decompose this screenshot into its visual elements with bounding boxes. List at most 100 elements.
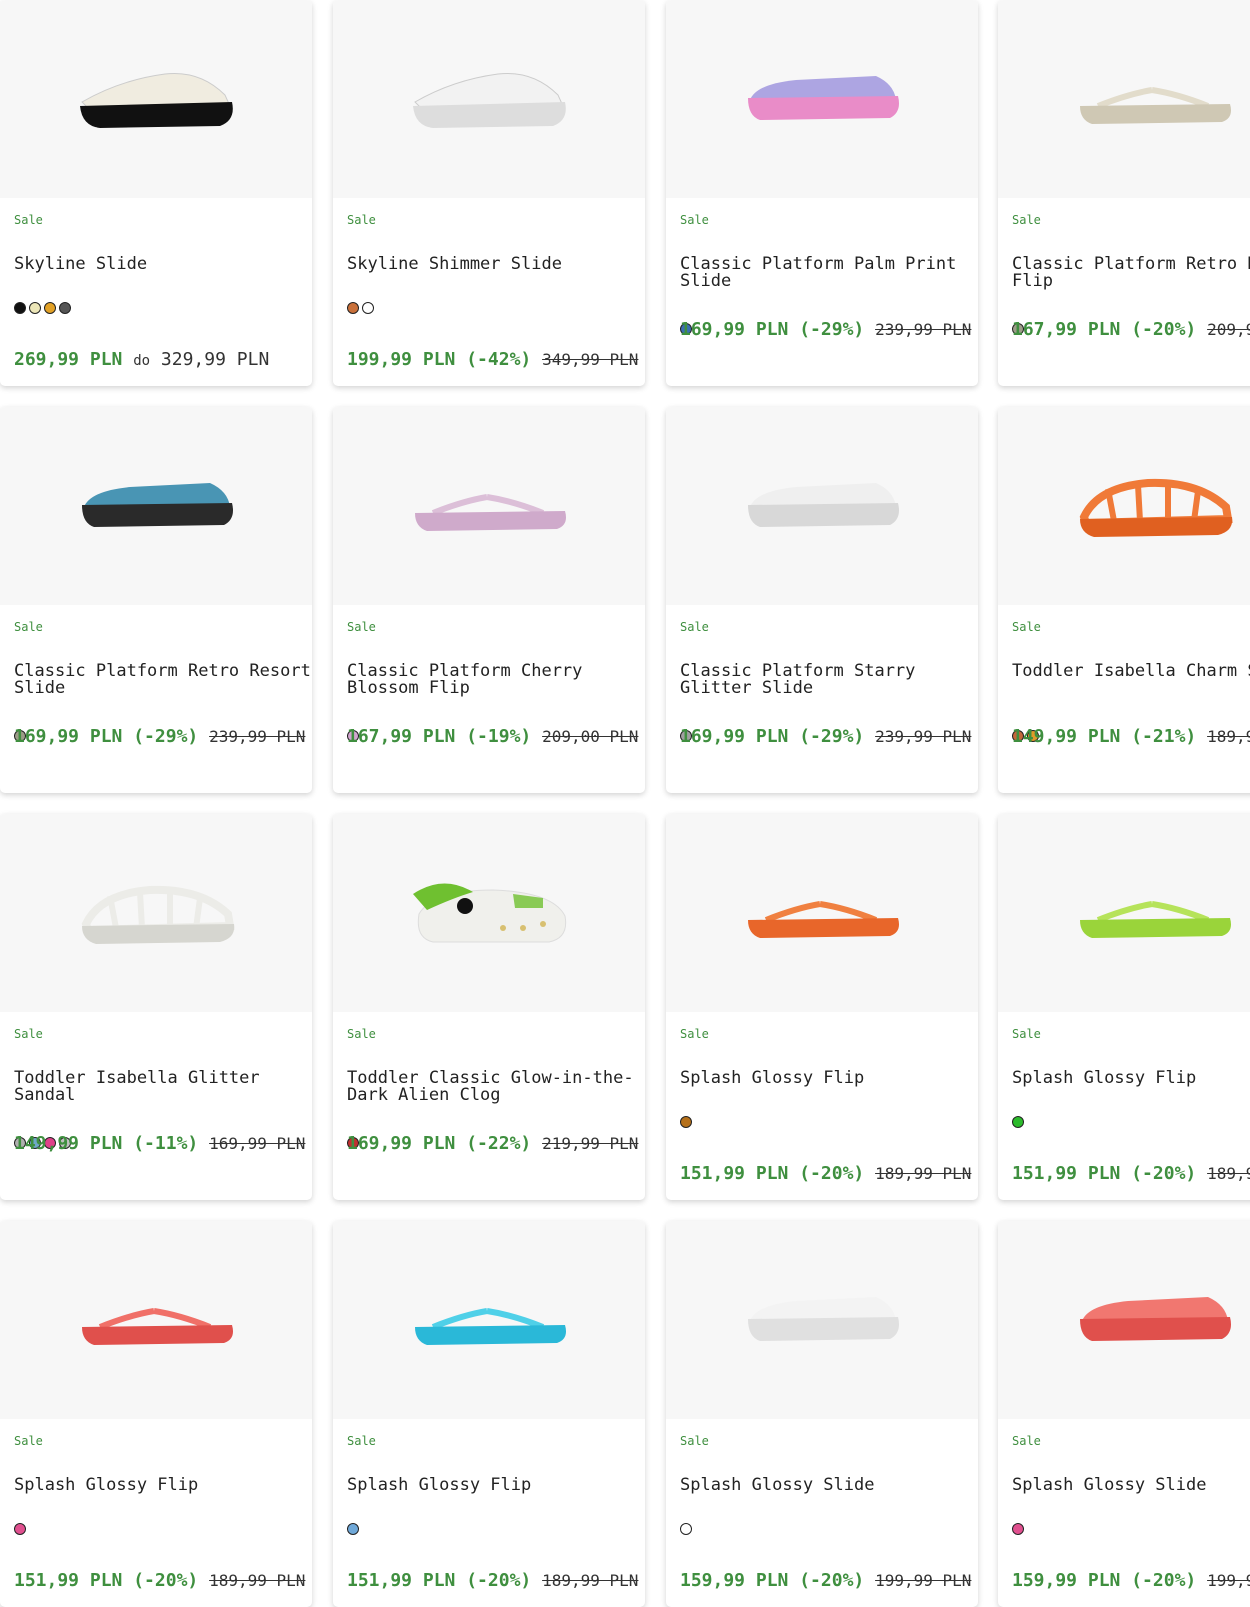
product-image[interactable] — [0, 814, 312, 1012]
product-card[interactable]: Sale Splash Glossy Slide 159,99 PLN (-20%)… — [666, 1221, 978, 1607]
product-name[interactable]: Splash Glossy Flip — [680, 1070, 978, 1087]
sale-price: 169,99 PLN — [347, 1133, 456, 1154]
product-card[interactable]: Sale Splash Glossy Flip 151,99 PLN (-20%) … — [998, 814, 1250, 1200]
original-price: 189,99 PLN — [1207, 1164, 1250, 1183]
product-card[interactable]: Sale Classic Platform Retro Resort Slide 1… — [0, 407, 312, 793]
flip-shoe-image[interactable] — [393, 447, 585, 565]
product-name[interactable]: Classic Platform Retro Resort Slide — [14, 663, 312, 697]
color-swatch[interactable] — [1012, 1523, 1024, 1535]
slide-shoe-image[interactable] — [60, 447, 252, 565]
product-card[interactable]: Sale Skyline Slide 269,99 PLN do 329,99 PL… — [0, 0, 312, 386]
color-swatches — [1012, 1116, 1024, 1128]
product-name[interactable]: Splash Glossy Slide — [1012, 1477, 1250, 1494]
sandal-shoe-image[interactable] — [1058, 447, 1250, 565]
product-name[interactable]: Splash Glossy Slide — [680, 1477, 978, 1494]
color-swatch[interactable] — [680, 1523, 692, 1535]
product-image[interactable] — [666, 407, 978, 605]
product-image[interactable] — [333, 407, 645, 605]
color-swatch[interactable] — [14, 1523, 26, 1535]
product-name[interactable]: Splash Glossy Flip — [1012, 1070, 1250, 1087]
sale-price: 169,99 PLN — [14, 726, 123, 747]
slide-shoe-image[interactable] — [1058, 1261, 1250, 1379]
product-image[interactable] — [333, 1221, 645, 1419]
sale-price: 151,99 PLN — [347, 1570, 456, 1591]
product-image[interactable] — [998, 814, 1250, 1012]
original-price: 189,99 PLN — [875, 1164, 972, 1183]
product-name[interactable]: Splash Glossy Flip — [14, 1477, 312, 1494]
product-name[interactable]: Toddler Isabella Charm Sandal — [1012, 663, 1250, 680]
original-price: 189,99 PLN — [542, 1571, 639, 1590]
product-card[interactable]: Sale Toddler Isabella Charm Sandal 149,99 … — [998, 407, 1250, 793]
product-image[interactable] — [0, 0, 312, 198]
clog-shoe-image[interactable] — [393, 854, 585, 972]
color-swatch[interactable] — [347, 1523, 359, 1535]
discount-percent: (-20%) — [133, 1570, 199, 1591]
product-image[interactable] — [666, 1221, 978, 1419]
product-card[interactable]: Sale Splash Glossy Slide 159,99 PLN (-20%)… — [998, 1221, 1250, 1607]
product-card[interactable]: Sale Splash Glossy Flip 151,99 PLN (-20%) … — [0, 1221, 312, 1607]
color-swatch[interactable] — [680, 1116, 692, 1128]
platform-slide-shoe-image[interactable] — [393, 40, 585, 158]
flip-shoe-image[interactable] — [1058, 40, 1250, 158]
product-image[interactable] — [0, 407, 312, 605]
slide-shoe-image[interactable] — [726, 1261, 918, 1379]
sale-price: 169,99 PLN — [680, 319, 789, 340]
product-name[interactable]: Classic Platform Palm Print Slide — [680, 256, 978, 290]
flip-shoe-image[interactable] — [60, 1261, 252, 1379]
product-card[interactable]: Sale Toddler Classic Glow-in-the-Dark Ali… — [333, 814, 645, 1200]
discount-percent: (-20%) — [466, 1570, 532, 1591]
color-swatches — [680, 1116, 692, 1128]
product-card[interactable]: Sale Classic Platform Palm Print Slide 169… — [666, 0, 978, 386]
product-name[interactable]: Skyline Slide — [14, 256, 312, 273]
price-block: 159,99 PLN (-20%) 199,99 PLN — [680, 1566, 978, 1596]
original-price: 189,99 PLN — [209, 1571, 306, 1590]
product-image[interactable] — [998, 0, 1250, 198]
product-name[interactable]: Classic Platform Cherry Blossom Flip — [347, 663, 645, 697]
product-card[interactable]: Sale Classic Platform Cherry Blossom Flip… — [333, 407, 645, 793]
color-swatches — [680, 1523, 692, 1535]
color-swatches — [14, 302, 71, 314]
product-name[interactable]: Classic Platform Retro Resort Flip — [1012, 256, 1250, 290]
original-price: 239,99 PLN — [875, 727, 972, 746]
color-swatch[interactable] — [29, 302, 41, 314]
product-card[interactable]: Sale Classic Platform Starry Glitter Slid… — [666, 407, 978, 793]
color-swatch[interactable] — [59, 302, 71, 314]
product-card[interactable]: Sale Classic Platform Retro Resort Flip 16… — [998, 0, 1250, 386]
product-name[interactable]: Skyline Shimmer Slide — [347, 256, 645, 273]
product-card[interactable]: Sale Splash Glossy Flip 151,99 PLN (-20%) … — [333, 1221, 645, 1607]
color-swatch[interactable] — [14, 302, 26, 314]
product-card[interactable]: Sale Splash Glossy Flip 151,99 PLN (-20%) … — [666, 814, 978, 1200]
sandal-shoe-image[interactable] — [60, 854, 252, 972]
slide-shoe-image[interactable] — [726, 447, 918, 565]
color-swatch[interactable] — [347, 302, 359, 314]
slide-shoe-image[interactable] — [726, 40, 918, 158]
price-block: 169,99 PLN (-29%) 239,99 PLN — [14, 722, 312, 752]
sale-price: 149,99 PLN — [14, 1133, 123, 1154]
platform-slide-shoe-image[interactable] — [60, 40, 252, 158]
sale-badge: Sale — [347, 1027, 376, 1041]
color-swatch[interactable] — [1012, 1116, 1024, 1128]
product-name[interactable]: Splash Glossy Flip — [347, 1477, 645, 1494]
original-price: 169,99 PLN — [209, 1134, 306, 1153]
product-image[interactable] — [333, 0, 645, 198]
price-block: 199,99 PLN (-42%) 349,99 PLN — [347, 345, 645, 375]
product-name[interactable]: Toddler Classic Glow-in-the-Dark Alien C… — [347, 1070, 645, 1104]
sale-price: 149,99 PLN — [1012, 726, 1121, 747]
sale-badge: Sale — [14, 213, 43, 227]
product-image[interactable] — [0, 1221, 312, 1419]
product-image[interactable] — [998, 407, 1250, 605]
flip-shoe-image[interactable] — [726, 854, 918, 972]
flip-shoe-image[interactable] — [393, 1261, 585, 1379]
product-image[interactable] — [666, 0, 978, 198]
product-card[interactable]: Sale Skyline Shimmer Slide 199,99 PLN (-42… — [333, 0, 645, 386]
sale-badge: Sale — [1012, 620, 1041, 634]
product-card[interactable]: Sale Toddler Isabella Glitter Sandal 149,9… — [0, 814, 312, 1200]
product-name[interactable]: Classic Platform Starry Glitter Slide — [680, 663, 978, 697]
color-swatch[interactable] — [362, 302, 374, 314]
product-image[interactable] — [998, 1221, 1250, 1419]
color-swatch[interactable] — [44, 302, 56, 314]
product-image[interactable] — [666, 814, 978, 1012]
product-name[interactable]: Toddler Isabella Glitter Sandal — [14, 1070, 312, 1104]
product-image[interactable] — [333, 814, 645, 1012]
flip-shoe-image[interactable] — [1058, 854, 1250, 972]
